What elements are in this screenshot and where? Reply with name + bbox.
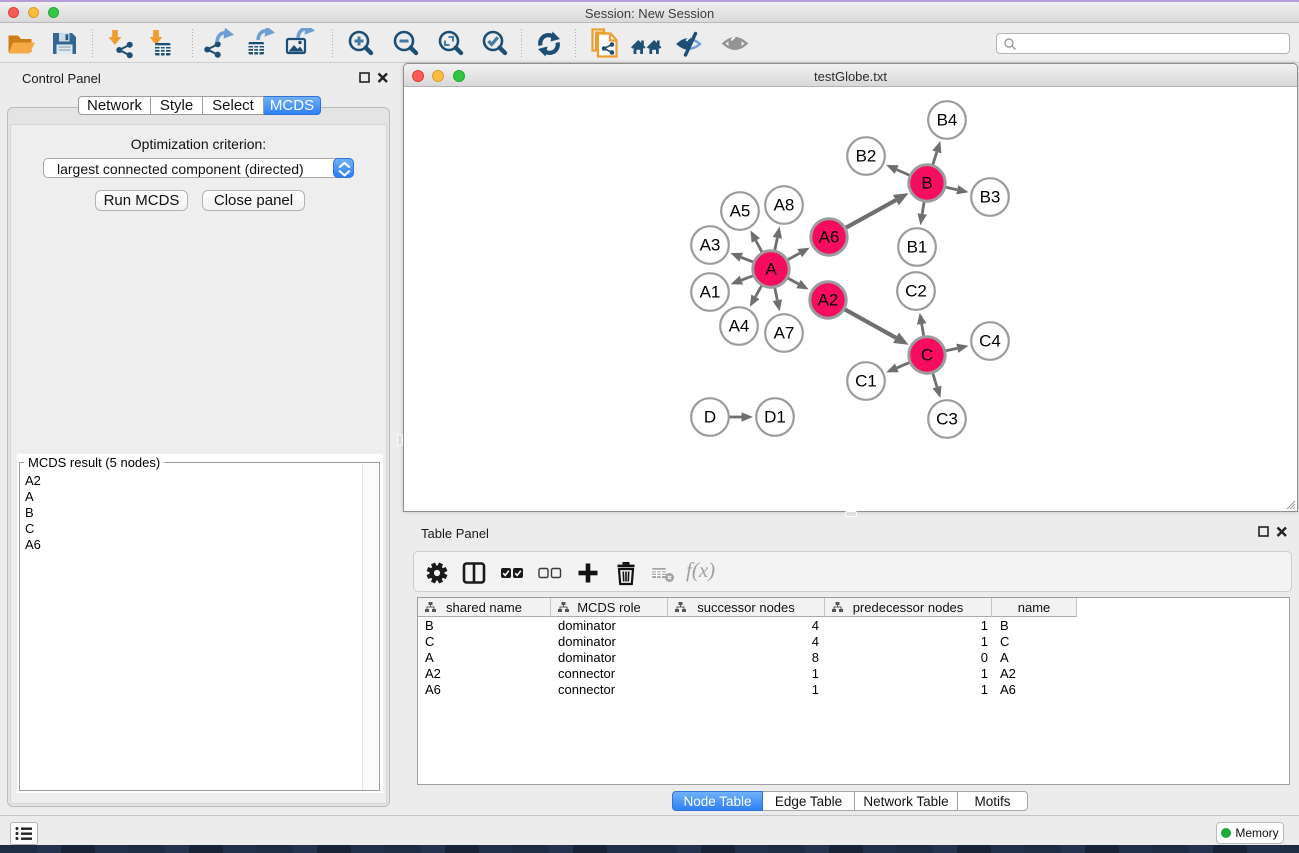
- svg-text:D1: D1: [764, 408, 786, 427]
- svg-text:B4: B4: [937, 111, 958, 130]
- svg-text:C4: C4: [979, 332, 1001, 351]
- svg-text:A3: A3: [700, 236, 721, 255]
- svg-text:A2: A2: [818, 291, 839, 310]
- svg-text:A6: A6: [819, 228, 840, 247]
- svg-text:A7: A7: [774, 324, 795, 343]
- svg-text:C: C: [921, 346, 933, 365]
- svg-text:A1: A1: [700, 283, 721, 302]
- svg-text:A5: A5: [730, 202, 751, 221]
- svg-text:C3: C3: [936, 410, 958, 429]
- svg-text:B1: B1: [907, 238, 928, 257]
- svg-text:C2: C2: [905, 282, 927, 301]
- svg-text:D: D: [704, 408, 716, 427]
- svg-text:A8: A8: [774, 196, 795, 215]
- svg-text:B: B: [921, 174, 932, 193]
- svg-text:B2: B2: [856, 147, 877, 166]
- svg-text:C1: C1: [855, 372, 877, 391]
- svg-text:A: A: [765, 260, 777, 279]
- svg-text:B3: B3: [980, 188, 1001, 207]
- svg-text:A4: A4: [729, 317, 750, 336]
